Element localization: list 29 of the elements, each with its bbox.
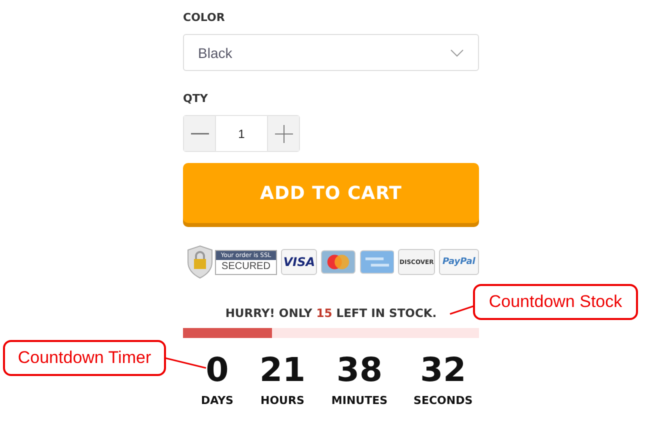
color-label: COLOR xyxy=(183,11,226,25)
plus-icon xyxy=(274,124,292,142)
callout-label: Countdown Timer xyxy=(3,340,166,376)
timer-unit-label: MINUTES xyxy=(331,394,388,407)
stock-message: HURRY! ONLY 15 LEFT IN STOCK. xyxy=(225,306,437,320)
callout-label: Countdown Stock xyxy=(473,284,638,320)
mastercard-icon xyxy=(321,249,356,275)
amex-card-icon xyxy=(360,249,394,275)
plus-button[interactable] xyxy=(268,116,299,151)
visa-card: VISA xyxy=(281,249,318,275)
qty-input[interactable]: 1 xyxy=(215,116,268,151)
secured-text: SECURED xyxy=(220,260,272,274)
padlock-shield-icon xyxy=(187,245,213,279)
minus-icon xyxy=(190,132,208,134)
timer-unit-label: SECONDS xyxy=(414,394,473,407)
chevron-down-icon xyxy=(450,48,464,56)
color-select[interactable]: Black xyxy=(183,34,479,71)
timer-value: 32 xyxy=(420,350,466,390)
paypal-card: PayPal xyxy=(438,249,479,275)
timer-value: 21 xyxy=(259,350,306,390)
timer-value: 38 xyxy=(336,350,382,390)
minus-button[interactable] xyxy=(184,116,215,151)
leader-line xyxy=(448,304,476,316)
timer-unit-label: DAYS xyxy=(201,394,234,407)
qty-label: QTY xyxy=(183,92,209,106)
timer-unit-label: HOURS xyxy=(260,394,304,407)
timer-value: 0 xyxy=(206,350,229,390)
quantity-stepper[interactable]: 1 xyxy=(183,115,300,152)
leader-line xyxy=(164,356,208,370)
